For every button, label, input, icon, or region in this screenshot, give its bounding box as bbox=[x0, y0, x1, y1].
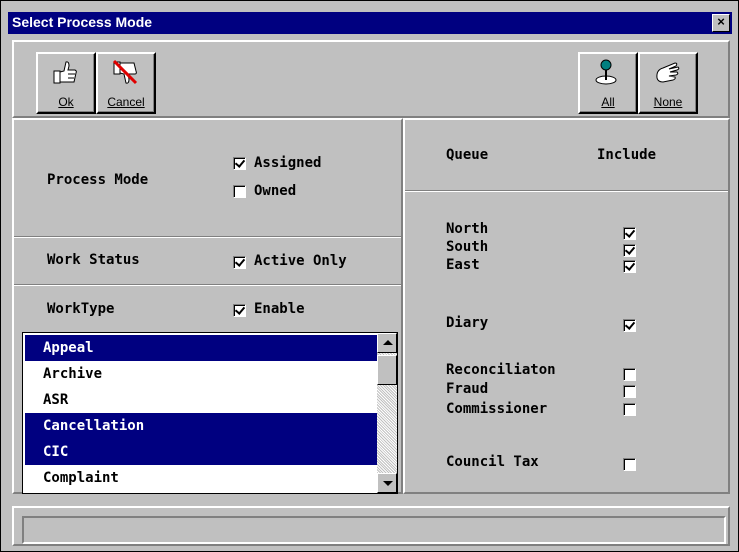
close-button[interactable]: × bbox=[712, 14, 730, 32]
queue-south-checkbox[interactable] bbox=[623, 244, 636, 257]
list-item[interactable]: Appeal bbox=[25, 335, 379, 361]
queue-north-label: North bbox=[446, 221, 489, 237]
worktype-listbox[interactable]: Appeal Archive ASR Cancellation CIC Comp… bbox=[22, 332, 398, 494]
select-none-button[interactable]: None bbox=[638, 52, 698, 114]
right-panel bbox=[403, 118, 730, 494]
list-item[interactable]: Cancellation bbox=[25, 413, 379, 439]
all-label: All bbox=[601, 95, 615, 109]
ok-button[interactable]: Ok bbox=[36, 52, 96, 114]
queue-council-tax-checkbox[interactable] bbox=[623, 458, 636, 471]
list-item[interactable]: CIC bbox=[25, 439, 379, 465]
cancel-button[interactable]: Cancel bbox=[96, 52, 156, 114]
queue-fraud-checkbox[interactable] bbox=[623, 385, 636, 398]
queue-north-checkbox[interactable] bbox=[623, 227, 636, 240]
include-header: Include bbox=[597, 147, 657, 163]
active-only-checkbox[interactable] bbox=[233, 256, 246, 269]
queue-fraud-label: Fraud bbox=[446, 381, 489, 397]
status-bar bbox=[12, 506, 730, 546]
queue-east-checkbox[interactable] bbox=[623, 260, 636, 273]
worktype-label: WorkType bbox=[47, 301, 115, 317]
select-all-button[interactable]: All bbox=[578, 52, 638, 114]
list-item[interactable]: Archive bbox=[25, 361, 379, 387]
scroll-thumb[interactable] bbox=[377, 355, 397, 385]
queue-reconciliaton-label: Reconciliaton bbox=[446, 362, 556, 378]
queue-east-label: East bbox=[446, 257, 480, 273]
arrow-down-icon bbox=[383, 481, 393, 486]
list-item[interactable]: ASR bbox=[25, 387, 379, 413]
queue-reconciliaton-checkbox[interactable] bbox=[623, 368, 636, 381]
enable-checkbox[interactable] bbox=[233, 304, 246, 317]
queue-diary-label: Diary bbox=[446, 315, 489, 331]
process-mode-label: Process Mode bbox=[47, 172, 149, 188]
toolbar: Ok Cancel All None bbox=[12, 40, 730, 118]
work-status-label: Work Status bbox=[47, 252, 140, 268]
queue-header: Queue bbox=[446, 147, 489, 163]
assigned-checkbox[interactable] bbox=[233, 157, 246, 170]
assigned-label: Assigned bbox=[254, 155, 322, 171]
queue-commissioner-label: Commissioner bbox=[446, 401, 548, 417]
list-item[interactable]: Complaint bbox=[25, 465, 379, 491]
queue-diary-checkbox[interactable] bbox=[623, 319, 636, 332]
queue-council-tax-label: Council Tax bbox=[446, 454, 539, 470]
active-only-label: Active Only bbox=[254, 253, 347, 269]
open-hand-icon bbox=[656, 62, 680, 83]
thumbs-up-icon bbox=[53, 61, 77, 84]
cancel-label: Cancel bbox=[107, 95, 145, 109]
title-bar[interactable]: Select Process Mode × bbox=[8, 12, 732, 34]
owned-checkbox[interactable] bbox=[233, 185, 246, 198]
scroll-down-button[interactable] bbox=[377, 473, 397, 493]
pushpin-icon bbox=[595, 59, 617, 85]
divider bbox=[405, 190, 728, 192]
owned-label: Owned bbox=[254, 183, 297, 199]
none-label: None bbox=[653, 95, 683, 109]
ok-label: Ok bbox=[58, 95, 74, 109]
queue-south-label: South bbox=[446, 239, 489, 255]
vertical-scrollbar[interactable] bbox=[377, 333, 397, 493]
window-title: Select Process Mode bbox=[12, 14, 153, 30]
enable-label: Enable bbox=[254, 301, 305, 317]
scroll-up-button[interactable] bbox=[377, 333, 397, 353]
divider bbox=[14, 236, 401, 238]
queue-commissioner-checkbox[interactable] bbox=[623, 403, 636, 416]
thumbs-down-cancel-icon bbox=[112, 59, 138, 85]
arrow-up-icon bbox=[383, 340, 393, 345]
status-field bbox=[22, 516, 726, 544]
divider bbox=[14, 284, 401, 286]
